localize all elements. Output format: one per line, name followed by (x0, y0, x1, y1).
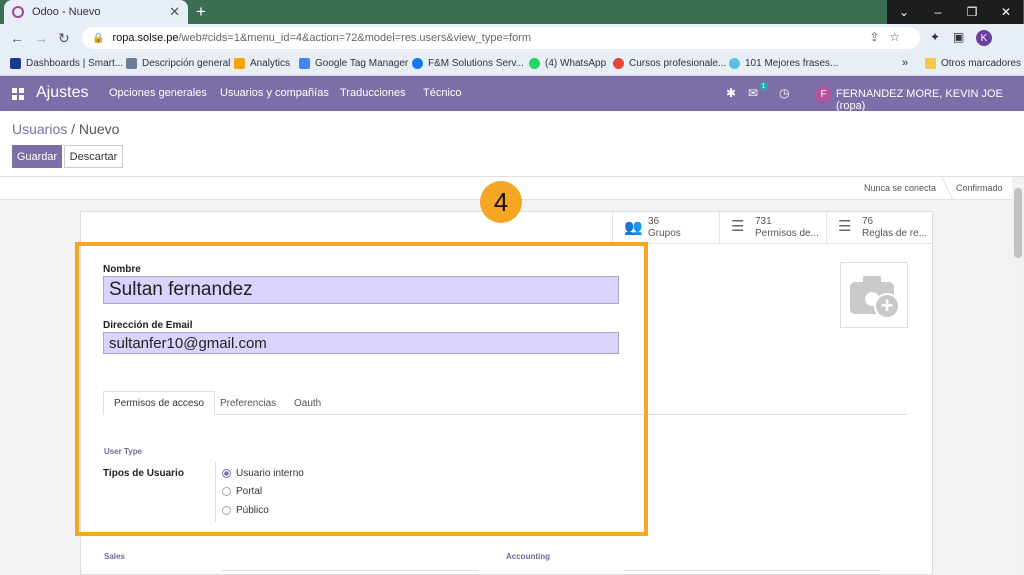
bookmark-icon (10, 58, 21, 69)
bookmark-item[interactable]: Analytics (234, 58, 290, 69)
folder-icon (925, 58, 936, 69)
browser-tab-bar: Odoo - Nuevo ✕ + ⌄ – ❐ ✕ (0, 0, 1024, 24)
clock-icon[interactable]: ◷ (779, 86, 789, 100)
bookmark-item[interactable]: 101 Mejores frases... (729, 58, 838, 69)
globe-icon (729, 58, 740, 69)
lock-icon: 🔒 (92, 32, 105, 44)
close-window-button[interactable]: ✕ (989, 0, 1023, 24)
list-icon: ☰ (838, 218, 852, 235)
url-host: ropa.solse.pe (112, 32, 179, 44)
breadcrumb-separator: / (67, 121, 79, 137)
more-bookmarks-icon[interactable]: » (902, 57, 908, 69)
menu-users-companies[interactable]: Usuarios y compañías (220, 87, 329, 99)
status-confirmed[interactable]: Confirmado (956, 183, 1003, 193)
whatsapp-icon (529, 58, 540, 69)
status-never-connected[interactable]: Nunca se conecta (864, 183, 936, 193)
bookmark-label: 101 Mejores frases... (745, 58, 839, 69)
close-tab-icon[interactable]: ✕ (169, 4, 180, 20)
browser-tab[interactable]: Odoo - Nuevo ✕ (4, 0, 188, 24)
sales-field-line (222, 570, 478, 571)
bookmark-icon (126, 58, 137, 69)
analytics-icon (234, 58, 245, 69)
address-bar-area: ← → ↻ 🔒 ropa.solse.pe/web#cids=1&menu_id… (0, 24, 1024, 52)
extensions-icon[interactable]: ✦ (930, 30, 940, 44)
record-rules-smart-button[interactable]: ☰ 76 Reglas de re... (826, 211, 933, 244)
tab-title: Odoo - Nuevo (32, 6, 101, 18)
record-rules-count: 76 (862, 216, 874, 227)
google-icon (613, 58, 624, 69)
bookmark-item[interactable]: Dashboards | Smart... (10, 58, 123, 69)
users-icon: 👥 (624, 219, 643, 236)
access-rights-count: 731 (755, 216, 772, 227)
breadcrumb-users-link[interactable]: Usuarios (12, 121, 67, 137)
menu-general-settings[interactable]: Opciones generales (109, 87, 207, 99)
groups-count: 36 (648, 216, 660, 227)
bookmark-item[interactable]: Google Tag Manager (299, 58, 408, 69)
app-name[interactable]: Ajustes (36, 84, 88, 102)
back-arrow-icon[interactable]: ← (10, 30, 24, 46)
messages-badge: 1 (759, 82, 768, 91)
breadcrumb-current: Nuevo (78, 121, 120, 137)
facebook-icon (412, 58, 423, 69)
bookmark-label: Dashboards | Smart... (26, 58, 124, 69)
scrollbar-thumb[interactable] (1014, 188, 1022, 258)
groups-smart-button[interactable]: 👥 36 Grupos (612, 211, 719, 244)
url-bar[interactable]: 🔒 ropa.solse.pe/web#cids=1&menu_id=4&act… (82, 27, 920, 49)
avatar-upload[interactable]: + (840, 262, 908, 328)
sales-group-title: Sales (104, 552, 125, 561)
url-path: /web#cids=1&menu_id=4&action=72&model=re… (178, 32, 532, 44)
bookmark-item[interactable]: F&M Solutions Serv... (412, 58, 524, 69)
menu-translations[interactable]: Traducciones (340, 87, 406, 99)
bookmark-item[interactable]: Cursos profesionale... (613, 58, 726, 69)
bookmark-label: Google Tag Manager (315, 58, 409, 69)
control-panel (0, 111, 1024, 177)
reload-icon[interactable]: ↻ (58, 30, 70, 47)
chat-icon[interactable]: ✉ (748, 86, 758, 100)
new-tab-button[interactable]: + (196, 2, 206, 22)
bookmark-label: F&M Solutions Serv... (428, 58, 524, 69)
apps-menu-icon[interactable] (12, 88, 24, 100)
profile-avatar[interactable]: K (976, 30, 992, 46)
bug-icon[interactable]: ✱ (726, 86, 736, 100)
menu-technical[interactable]: Técnico (423, 87, 462, 99)
bookmark-label: Cursos profesionale... (629, 58, 727, 69)
discard-button[interactable]: Descartar (64, 145, 123, 168)
other-bookmarks-label: Otros marcadores (941, 58, 1022, 69)
accounting-field-line (624, 570, 880, 571)
restore-button[interactable]: ❐ (955, 0, 989, 24)
tab-search-button[interactable]: ⌄ (887, 0, 921, 24)
odoo-favicon-icon (12, 6, 24, 18)
user-name[interactable]: FERNANDEZ MORE, KEVIN JOE (ropa) (836, 88, 1024, 112)
other-bookmarks[interactable]: Otros marcadores (925, 58, 1021, 69)
forward-arrow-icon[interactable]: → (34, 30, 48, 46)
bookmark-label: Analytics (250, 58, 291, 69)
accounting-group-title: Accounting (506, 552, 550, 561)
tutorial-highlight-box (75, 242, 648, 536)
access-rights-smart-button[interactable]: ☰ 731 Permisos de... (719, 211, 826, 244)
access-rights-label: Permisos de... (755, 228, 819, 239)
tutorial-step-badge: 4 (480, 181, 522, 223)
bookmark-label: (4) WhatsApp (545, 58, 607, 69)
plus-icon: + (874, 293, 900, 319)
groups-label: Grupos (648, 228, 681, 239)
share-bookmark-icons[interactable]: ⇪☆ (869, 30, 910, 44)
tag-manager-icon (299, 58, 310, 69)
bookmark-item[interactable]: Descripción general (126, 58, 230, 69)
bookmark-item[interactable]: (4) WhatsApp (529, 58, 606, 69)
side-panel-icon[interactable]: ▣ (953, 30, 964, 44)
user-avatar[interactable]: F (815, 86, 832, 103)
save-button[interactable]: Guardar (12, 145, 62, 168)
minimize-button[interactable]: – (921, 0, 955, 24)
list-icon: ☰ (731, 218, 745, 235)
bookmark-label: Descripción general (142, 58, 231, 69)
breadcrumb: Usuarios / Nuevo (12, 121, 119, 137)
record-rules-label: Reglas de re... (862, 228, 928, 239)
